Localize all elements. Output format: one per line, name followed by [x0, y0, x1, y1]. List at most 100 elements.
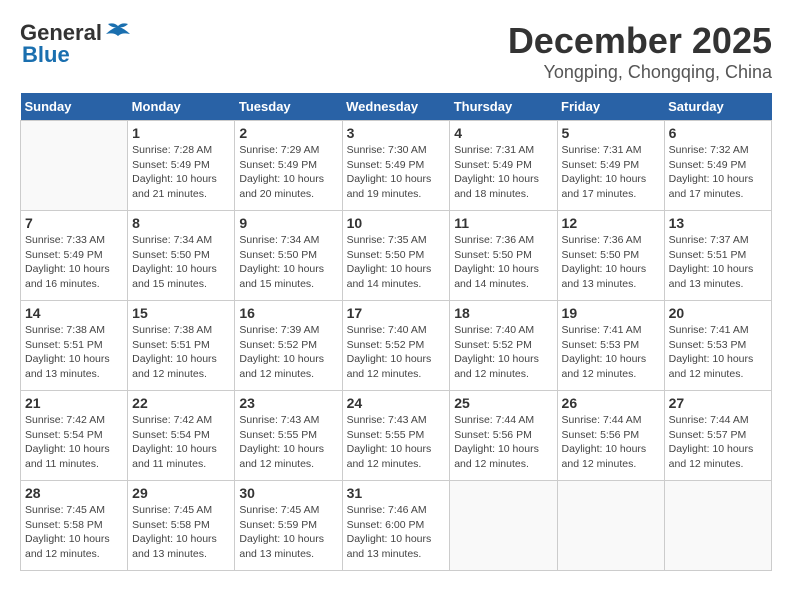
day-number: 25: [454, 395, 552, 411]
calendar-week-row: 7Sunrise: 7:33 AM Sunset: 5:49 PM Daylig…: [21, 211, 772, 301]
day-info: Sunrise: 7:44 AM Sunset: 5:56 PM Dayligh…: [562, 413, 660, 472]
day-number: 8: [132, 215, 230, 231]
day-info: Sunrise: 7:39 AM Sunset: 5:52 PM Dayligh…: [239, 323, 337, 382]
day-number: 18: [454, 305, 552, 321]
calendar-cell: 27 Sunrise: 7:44 AM Sunset: 5:57 PM Dayli…: [664, 391, 771, 481]
day-info: Sunrise: 7:42 AM Sunset: 5:54 PM Dayligh…: [132, 413, 230, 472]
day-info: Sunrise: 7:41 AM Sunset: 5:53 PM Dayligh…: [562, 323, 660, 382]
day-info: Sunrise: 7:38 AM Sunset: 5:51 PM Dayligh…: [25, 323, 123, 382]
day-number: 9: [239, 215, 337, 231]
calendar-week-row: 14 Sunrise: 7:38 AM Sunset: 5:51 PM Dayli…: [21, 301, 772, 391]
day-info: Sunrise: 7:41 AM Sunset: 5:53 PM Dayligh…: [669, 323, 767, 382]
day-info: Sunrise: 7:46 AM Sunset: 6:00 PM Dayligh…: [347, 503, 446, 562]
calendar-cell: 21Sunrise: 7:42 AM Sunset: 5:54 PM Dayli…: [21, 391, 128, 481]
calendar-cell: 4Sunrise: 7:31 AM Sunset: 5:49 PM Daylig…: [450, 121, 557, 211]
day-info: Sunrise: 7:44 AM Sunset: 5:56 PM Dayligh…: [454, 413, 552, 472]
day-info: Sunrise: 7:43 AM Sunset: 5:55 PM Dayligh…: [347, 413, 446, 472]
calendar-cell: [21, 121, 128, 211]
day-number: 30: [239, 485, 337, 501]
day-info: Sunrise: 7:36 AM Sunset: 5:50 PM Dayligh…: [454, 233, 552, 292]
calendar-cell: 26Sunrise: 7:44 AM Sunset: 5:56 PM Dayli…: [557, 391, 664, 481]
calendar-week-row: 21Sunrise: 7:42 AM Sunset: 5:54 PM Dayli…: [21, 391, 772, 481]
day-number: 20: [669, 305, 767, 321]
weekday-header-saturday: Saturday: [664, 93, 771, 121]
day-info: Sunrise: 7:45 AM Sunset: 5:58 PM Dayligh…: [132, 503, 230, 562]
logo-bird-icon: [104, 22, 132, 44]
calendar-cell: 2 Sunrise: 7:29 AM Sunset: 5:49 PM Daylig…: [235, 121, 342, 211]
day-number: 15: [132, 305, 230, 321]
calendar-cell: 11Sunrise: 7:36 AM Sunset: 5:50 PM Dayli…: [450, 211, 557, 301]
day-info: Sunrise: 7:30 AM Sunset: 5:49 PM Dayligh…: [347, 143, 446, 202]
day-number: 12: [562, 215, 660, 231]
month-year-title: December 2025: [508, 20, 772, 62]
day-info: Sunrise: 7:34 AM Sunset: 5:50 PM Dayligh…: [132, 233, 230, 292]
weekday-header-friday: Friday: [557, 93, 664, 121]
calendar-cell: 25 Sunrise: 7:44 AM Sunset: 5:56 PM Dayli…: [450, 391, 557, 481]
calendar-week-row: 1 Sunrise: 7:28 AM Sunset: 5:49 PM Daylig…: [21, 121, 772, 211]
weekday-header-sunday: Sunday: [21, 93, 128, 121]
calendar-cell: [450, 481, 557, 571]
day-info: Sunrise: 7:44 AM Sunset: 5:57 PM Dayligh…: [669, 413, 767, 472]
day-info: Sunrise: 7:45 AM Sunset: 5:59 PM Dayligh…: [239, 503, 337, 562]
day-info: Sunrise: 7:28 AM Sunset: 5:49 PM Dayligh…: [132, 143, 230, 202]
day-number: 29: [132, 485, 230, 501]
day-number: 24: [347, 395, 446, 411]
day-info: Sunrise: 7:37 AM Sunset: 5:51 PM Dayligh…: [669, 233, 767, 292]
calendar-cell: 6 Sunrise: 7:32 AM Sunset: 5:49 PM Daylig…: [664, 121, 771, 211]
calendar-cell: 8 Sunrise: 7:34 AM Sunset: 5:50 PM Daylig…: [128, 211, 235, 301]
calendar-cell: 13 Sunrise: 7:37 AM Sunset: 5:51 PM Dayli…: [664, 211, 771, 301]
day-info: Sunrise: 7:40 AM Sunset: 5:52 PM Dayligh…: [454, 323, 552, 382]
day-number: 1: [132, 125, 230, 141]
calendar-cell: 19 Sunrise: 7:41 AM Sunset: 5:53 PM Dayli…: [557, 301, 664, 391]
calendar-cell: 30 Sunrise: 7:45 AM Sunset: 5:59 PM Dayli…: [235, 481, 342, 571]
day-number: 28: [25, 485, 123, 501]
weekday-header-thursday: Thursday: [450, 93, 557, 121]
day-number: 22: [132, 395, 230, 411]
calendar-cell: 20 Sunrise: 7:41 AM Sunset: 5:53 PM Dayli…: [664, 301, 771, 391]
day-info: Sunrise: 7:36 AM Sunset: 5:50 PM Dayligh…: [562, 233, 660, 292]
day-info: Sunrise: 7:32 AM Sunset: 5:49 PM Dayligh…: [669, 143, 767, 202]
calendar-cell: [557, 481, 664, 571]
day-info: Sunrise: 7:38 AM Sunset: 5:51 PM Dayligh…: [132, 323, 230, 382]
calendar-cell: 15 Sunrise: 7:38 AM Sunset: 5:51 PM Dayli…: [128, 301, 235, 391]
day-number: 3: [347, 125, 446, 141]
day-number: 23: [239, 395, 337, 411]
calendar-cell: 16 Sunrise: 7:39 AM Sunset: 5:52 PM Dayli…: [235, 301, 342, 391]
weekday-header-tuesday: Tuesday: [235, 93, 342, 121]
day-number: 14: [25, 305, 123, 321]
day-number: 2: [239, 125, 337, 141]
day-info: Sunrise: 7:31 AM Sunset: 5:49 PM Dayligh…: [454, 143, 552, 202]
calendar-cell: 23Sunrise: 7:43 AM Sunset: 5:55 PM Dayli…: [235, 391, 342, 481]
calendar-cell: 9 Sunrise: 7:34 AM Sunset: 5:50 PM Daylig…: [235, 211, 342, 301]
day-info: Sunrise: 7:40 AM Sunset: 5:52 PM Dayligh…: [347, 323, 446, 382]
calendar-cell: 7Sunrise: 7:33 AM Sunset: 5:49 PM Daylig…: [21, 211, 128, 301]
weekday-header-monday: Monday: [128, 93, 235, 121]
calendar-cell: 28 Sunrise: 7:45 AM Sunset: 5:58 PM Dayli…: [21, 481, 128, 571]
calendar-cell: 22 Sunrise: 7:42 AM Sunset: 5:54 PM Dayli…: [128, 391, 235, 481]
day-number: 31: [347, 485, 446, 501]
day-info: Sunrise: 7:29 AM Sunset: 5:49 PM Dayligh…: [239, 143, 337, 202]
logo: General Blue: [20, 20, 132, 68]
calendar-cell: 3 Sunrise: 7:30 AM Sunset: 5:49 PM Daylig…: [342, 121, 450, 211]
day-number: 19: [562, 305, 660, 321]
calendar-cell: 1 Sunrise: 7:28 AM Sunset: 5:49 PM Daylig…: [128, 121, 235, 211]
calendar-table: SundayMondayTuesdayWednesdayThursdayFrid…: [20, 93, 772, 571]
day-number: 16: [239, 305, 337, 321]
calendar-cell: 24 Sunrise: 7:43 AM Sunset: 5:55 PM Dayli…: [342, 391, 450, 481]
day-info: Sunrise: 7:34 AM Sunset: 5:50 PM Dayligh…: [239, 233, 337, 292]
day-number: 6: [669, 125, 767, 141]
day-number: 27: [669, 395, 767, 411]
day-number: 13: [669, 215, 767, 231]
calendar-cell: 12 Sunrise: 7:36 AM Sunset: 5:50 PM Dayli…: [557, 211, 664, 301]
calendar-cell: [664, 481, 771, 571]
day-number: 7: [25, 215, 123, 231]
title-area: December 2025 Yongping, Chongqing, China: [508, 20, 772, 83]
location-subtitle: Yongping, Chongqing, China: [508, 62, 772, 83]
day-number: 10: [347, 215, 446, 231]
day-info: Sunrise: 7:45 AM Sunset: 5:58 PM Dayligh…: [25, 503, 123, 562]
day-info: Sunrise: 7:31 AM Sunset: 5:49 PM Dayligh…: [562, 143, 660, 202]
calendar-cell: 29 Sunrise: 7:45 AM Sunset: 5:58 PM Dayli…: [128, 481, 235, 571]
day-number: 5: [562, 125, 660, 141]
logo-blue: Blue: [22, 42, 70, 68]
calendar-cell: 14 Sunrise: 7:38 AM Sunset: 5:51 PM Dayli…: [21, 301, 128, 391]
